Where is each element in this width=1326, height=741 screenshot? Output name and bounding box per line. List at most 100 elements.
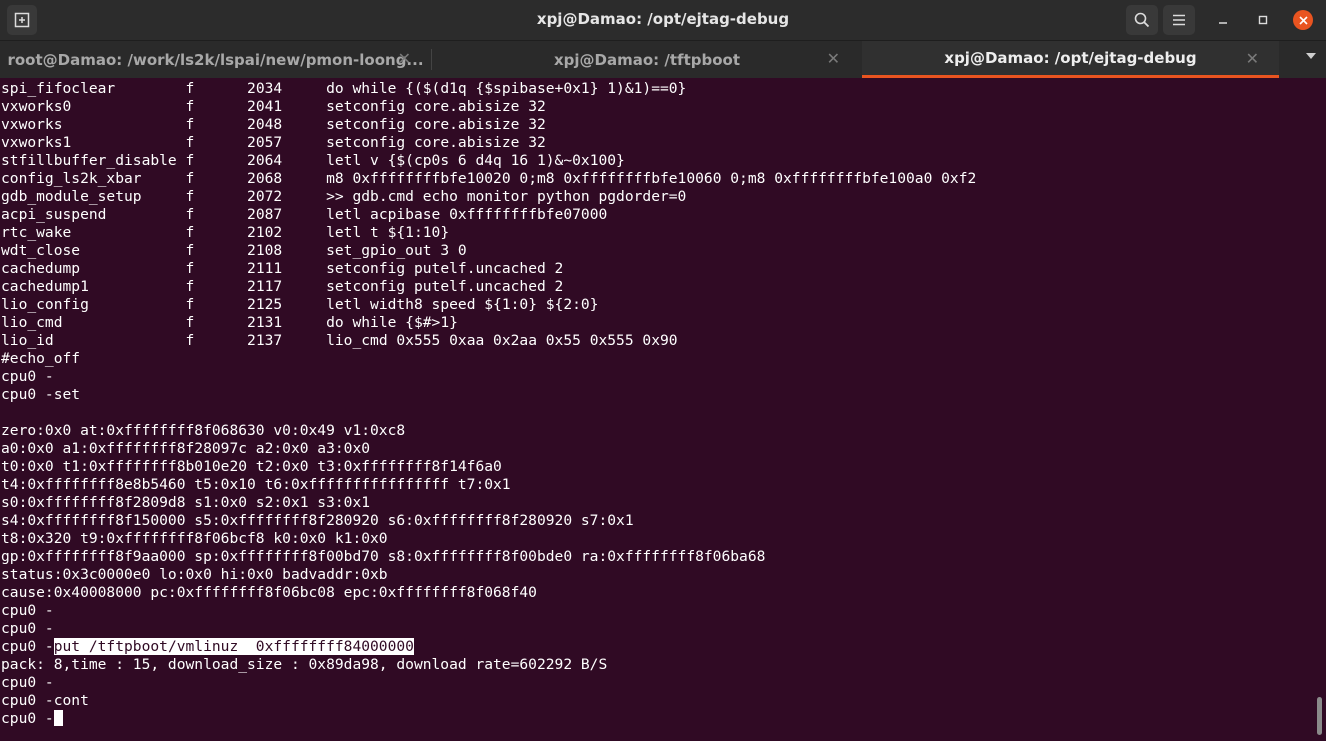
cmd-name: cachedump [1, 260, 186, 277]
cmd-name: config_ls2k_xbar [1, 170, 186, 187]
terminal-line: s4:0xffffffff8f150000 s5:0xffffffff8f280… [1, 512, 634, 529]
menu-button[interactable] [1163, 5, 1195, 35]
cmd-type: f [185, 134, 248, 151]
cmd-name: vxworks0 [1, 98, 186, 115]
cmd-type: f [185, 296, 248, 313]
maximize-button[interactable] [1250, 7, 1276, 33]
prompt-line[interactable]: cpu0 - [1, 710, 1311, 728]
cmd-name: wdt_close [1, 242, 186, 259]
cmd-definition: setconfig core.abisize 32 [326, 116, 546, 133]
cmd-line-number: 2068 [247, 170, 327, 187]
cmd-definition: setconfig putelf.uncached 2 [326, 260, 564, 277]
cmd-line-number: 2057 [247, 134, 327, 151]
command-table: spi_fifoclear f 2034 do while {($(d1q {$… [1, 80, 1311, 350]
cmd-type: f [185, 224, 248, 241]
table-row: lio_config f 2125 letl width8 speed ${1:… [1, 296, 1311, 314]
pack-status-line: pack: 8,time : 15, download_size : 0x89d… [1, 656, 608, 673]
tabs-menu-chevron-down-icon[interactable] [1306, 53, 1316, 59]
cmd-type: f [185, 152, 248, 169]
maximize-icon [1258, 15, 1268, 25]
cmd-line-number: 2064 [247, 152, 327, 169]
cmd-line-number: 2041 [247, 98, 327, 115]
tab-root-pmon[interactable]: root@Damao: /work/ls2k/lspai/new/pmon-lo… [0, 41, 431, 78]
terminal-line: zero:0x0 at:0xffffffff8f068630 v0:0x49 v… [1, 422, 406, 439]
close-icon[interactable]: ✕ [827, 49, 840, 68]
terminal-line: s0:0xffffffff8f2809d8 s1:0x0 s2:0x1 s3:0… [1, 494, 371, 511]
cmd-type: f [185, 242, 248, 259]
cmd-line-number: 2034 [247, 80, 327, 97]
cmd-line-number: 2111 [247, 260, 327, 277]
cmd-definition: setconfig core.abisize 32 [326, 98, 546, 115]
register-dump: #echo_off cpu0 - cpu0 -set zero:0x0 at:0xff… [1, 350, 1311, 638]
terminal-line: cpu0 - [1, 674, 54, 691]
cmd-line-number: 2131 [247, 314, 327, 331]
terminal-line: a0:0x0 a1:0xffffffff8f28097c a2:0x0 a3:0… [1, 440, 371, 457]
table-row: wdt_close f 2108 set_gpio_out 3 0 [1, 242, 1311, 260]
tab-tftpboot[interactable]: xpj@Damao: /tftpboot ✕ [432, 41, 862, 78]
cmd-name: lio_id [1, 332, 186, 349]
terminal-line: t4:0xffffffff8e8b5460 t5:0x10 t6:0xfffff… [1, 476, 511, 493]
selected-command[interactable]: put /tftpboot/vmlinuz 0xffffffff84000000 [53, 638, 414, 655]
cmd-type: f [185, 278, 248, 295]
cmd-definition: letl v {$(cp0s 6 d4q 16 1)&~0x100} [326, 152, 625, 169]
cmd-type: f [185, 116, 248, 133]
table-row: cachedump f 2111 setconfig putelf.uncach… [1, 260, 1311, 278]
scrollbar-thumb[interactable] [1317, 697, 1322, 735]
hamburger-icon [1173, 14, 1185, 26]
tab-label: root@Damao: /work/ls2k/lspai/new/pmon-lo… [7, 50, 424, 69]
minimize-icon [1219, 22, 1227, 24]
cmd-definition: setconfig putelf.uncached 2 [326, 278, 564, 295]
terminal-output[interactable]: spi_fifoclear f 2034 do while {($(d1q {$… [1, 80, 1311, 740]
cmd-name: vxworks [1, 116, 186, 133]
minimize-button[interactable] [1210, 7, 1236, 33]
cmd-name: cachedump1 [1, 278, 186, 295]
table-row: gdb_module_setup f 2072 >> gdb.cmd echo … [1, 188, 1311, 206]
cmd-line-number: 2072 [247, 188, 327, 205]
cmd-name: spi_fifoclear [1, 80, 186, 97]
tab-label: xpj@Damao: /tftpboot [553, 50, 740, 69]
cmd-name: stfillbuffer_disable [1, 152, 186, 169]
cmd-line-number: 2125 [247, 296, 327, 313]
table-row: spi_fifoclear f 2034 do while {($(d1q {$… [1, 80, 1311, 98]
terminal-line: gp:0xffffffff8f9aa000 sp:0xffffffff8f00b… [1, 548, 766, 565]
cmd-name: acpi_suspend [1, 206, 186, 223]
cmd-definition: letl acpibase 0xffffffffbfe07000 [326, 206, 608, 223]
table-row: lio_id f 2137 lio_cmd 0x555 0xaa 0x2aa 0… [1, 332, 1311, 350]
table-row: stfillbuffer_disable f 2064 letl v {$(cp… [1, 152, 1311, 170]
close-icon [1298, 15, 1308, 25]
cmd-name: vxworks1 [1, 134, 186, 151]
cmd-line-number: 2048 [247, 116, 327, 133]
terminal-line: #echo_off [1, 350, 81, 367]
close-icon[interactable]: ✕ [398, 49, 411, 68]
search-button[interactable] [1126, 5, 1158, 35]
cmd-definition: do while {$#>1} [326, 314, 458, 331]
cmd-type: f [185, 98, 248, 115]
cmd-type: f [185, 206, 248, 223]
cmd-definition: lio_cmd 0x555 0xaa 0x2aa 0x55 0x555 0x90 [326, 332, 678, 349]
cmd-definition: do while {($(d1q {$spibase+0x1} 1)&1)==0… [326, 80, 687, 97]
cmd-name: gdb_module_setup [1, 188, 186, 205]
cmd-definition: setconfig core.abisize 32 [326, 134, 546, 151]
table-row: cachedump1 f 2117 setconfig putelf.uncac… [1, 278, 1311, 296]
prompt: cpu0 - [1, 710, 54, 727]
terminal-line: status:0x3c0000e0 lo:0x0 hi:0x0 badvaddr… [1, 566, 388, 583]
close-button[interactable] [1293, 10, 1313, 30]
cmd-definition: letl t ${1:10} [326, 224, 450, 241]
tab-ejtag-debug[interactable]: xpj@Damao: /opt/ejtag-debug ✕ [862, 41, 1279, 78]
terminal-line: cause:0x40008000 pc:0xffffffff8f06bc08 e… [1, 584, 537, 601]
table-row: lio_cmd f 2131 do while {$#>1} [1, 314, 1311, 332]
table-row: vxworks f 2048 setconfig core.abisize 32 [1, 116, 1311, 134]
title-bar: xpj@Damao: /opt/ejtag-debug [0, 0, 1326, 40]
terminal-line: cpu0 -cont [1, 692, 89, 709]
cmd-line-number: 2087 [247, 206, 327, 223]
table-row: config_ls2k_xbar f 2068 m8 0xffffffffbfe… [1, 170, 1311, 188]
close-icon[interactable]: ✕ [1246, 49, 1259, 68]
tab-bar: root@Damao: /work/ls2k/lspai/new/pmon-lo… [0, 40, 1326, 78]
terminal-line: cpu0 - [1, 620, 54, 637]
cmd-type: f [185, 314, 248, 331]
cmd-definition: m8 0xffffffffbfe10020 0;m8 0xffffffffbfe… [326, 170, 977, 187]
cmd-name: lio_cmd [1, 314, 186, 331]
terminal-line: cpu0 - [1, 368, 54, 385]
cmd-definition: set_gpio_out 3 0 [326, 242, 467, 259]
